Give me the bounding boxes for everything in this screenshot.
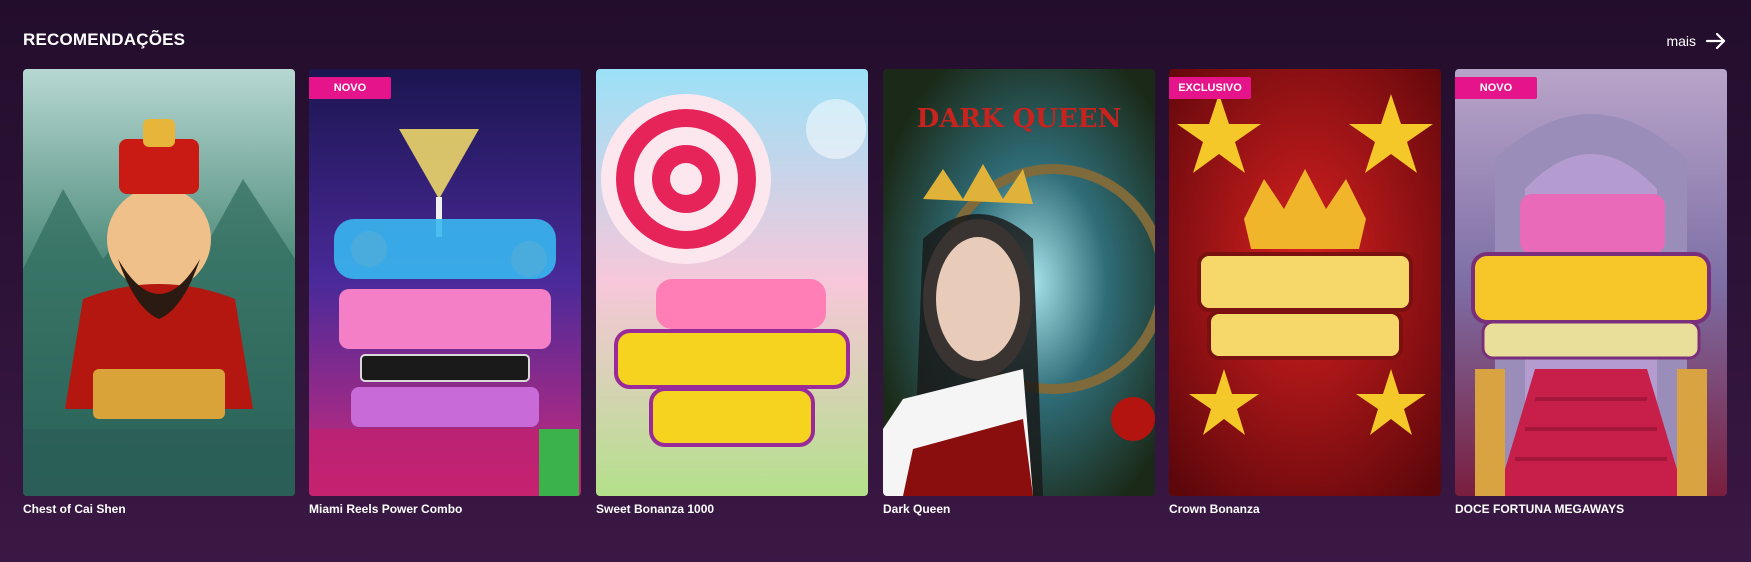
game-card-crown-bonanza[interactable]: EXCLUSIVO Crown Bonanza — [1169, 69, 1441, 516]
badge-exclusivo: EXCLUSIVO — [1169, 77, 1251, 99]
game-art-sweet-bonanza — [596, 69, 868, 496]
more-link[interactable]: mais — [1666, 26, 1728, 56]
games-row: Chest of Cai Shen NOVO Miami Reels Power… — [23, 69, 1727, 519]
badge-novo: NOVO — [309, 77, 391, 99]
game-thumbnail[interactable] — [23, 69, 295, 496]
game-name[interactable]: DOCE FORTUNA MEGAWAYS — [1455, 502, 1624, 516]
game-card-chest-of-cai-shen[interactable]: Chest of Cai Shen — [23, 69, 295, 516]
game-thumbnail[interactable]: NOVO — [1455, 69, 1727, 496]
game-thumbnail[interactable]: DARK QUEEN — [883, 69, 1155, 496]
game-name[interactable]: Sweet Bonanza 1000 — [596, 502, 714, 516]
game-card-miami-reels-power-combo[interactable]: NOVO Miami Reels Power Combo — [309, 69, 581, 516]
game-card-sweet-bonanza-1000[interactable]: Sweet Bonanza 1000 — [596, 69, 868, 516]
game-name[interactable]: Dark Queen — [883, 502, 950, 516]
game-thumbnail[interactable] — [596, 69, 868, 496]
game-art-dark-queen: DARK QUEEN — [883, 69, 1155, 496]
game-art-crown-bonanza — [1169, 69, 1441, 496]
game-name[interactable]: Miami Reels Power Combo — [309, 502, 462, 516]
game-art-chest-of-cai-shen — [23, 69, 295, 496]
game-name[interactable]: Crown Bonanza — [1169, 502, 1260, 516]
game-art-miami-reels — [309, 69, 581, 496]
game-thumbnail[interactable]: NOVO — [309, 69, 581, 496]
section-header: RECOMENDAÇÕES mais — [23, 26, 1728, 56]
more-label: mais — [1666, 33, 1696, 49]
game-thumbnail[interactable]: EXCLUSIVO — [1169, 69, 1441, 496]
section-title: RECOMENDAÇÕES — [23, 30, 186, 49]
game-card-dark-queen[interactable]: DARK QUEEN Dark Queen — [883, 69, 1155, 516]
game-art-doce-fortuna — [1455, 69, 1727, 496]
badge-novo: NOVO — [1455, 77, 1537, 99]
svg-text:DARK QUEEN: DARK QUEEN — [917, 104, 1122, 134]
arrow-right-icon — [1705, 32, 1726, 50]
game-name[interactable]: Chest of Cai Shen — [23, 502, 126, 516]
game-card-doce-fortuna-megaways[interactable]: NOVO DOCE FORTUNA MEGAWAYS — [1455, 69, 1727, 516]
